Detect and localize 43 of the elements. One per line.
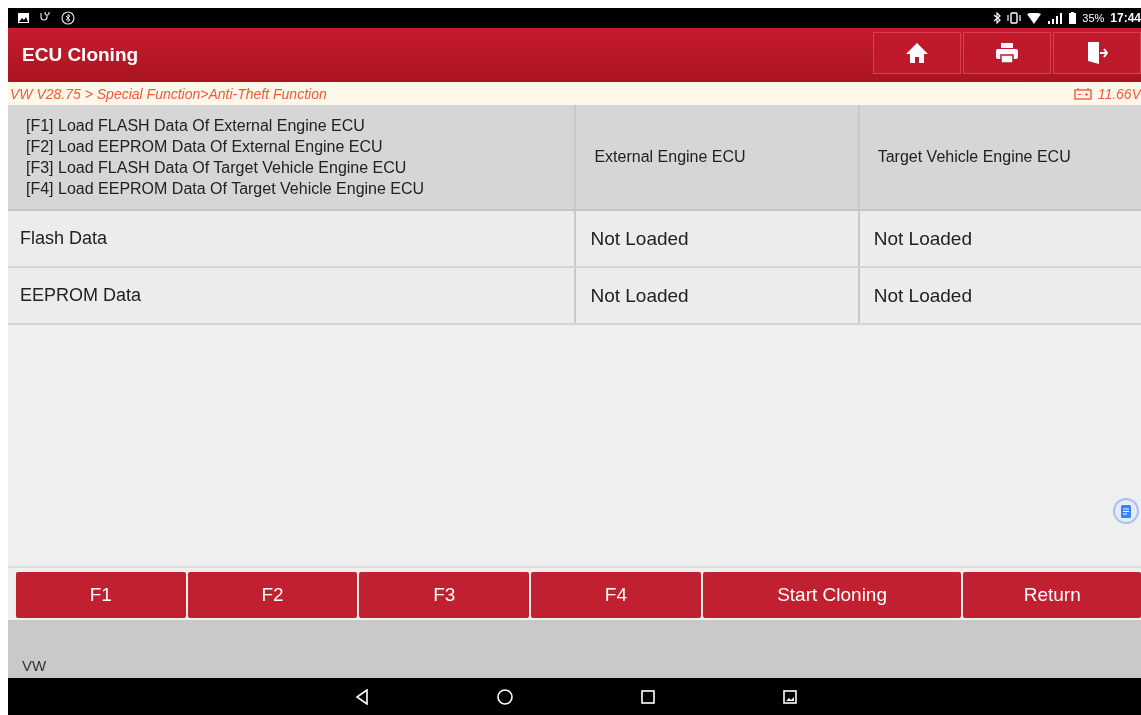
clock: 17:44	[1110, 11, 1141, 25]
bluetooth-icon	[993, 12, 1002, 24]
function-button[interactable]: F1	[16, 572, 186, 618]
vibrate-icon	[1007, 12, 1022, 24]
table-cell: Not Loaded	[857, 211, 1141, 266]
function-button[interactable]: F4	[531, 572, 701, 618]
window-title: ECU Cloning	[22, 44, 139, 66]
instruction-line: [F4] Load EEPROM Data Of Target Vehicle Engine ECU	[26, 179, 425, 199]
bluetooth-circle-icon	[61, 11, 75, 25]
back-icon[interactable]	[355, 688, 369, 705]
instruction-line: [F3] Load FLASH Data Of Target Vehicle Engine ECU	[26, 158, 407, 178]
printer-icon	[995, 42, 1019, 64]
document-icon	[1121, 504, 1131, 518]
exit-button[interactable]	[1053, 32, 1141, 74]
home-button[interactable]	[873, 32, 961, 74]
table-cell-text: EEPROM Data	[19, 284, 143, 307]
function-button[interactable]: F2	[187, 572, 358, 618]
home-icon[interactable]	[497, 688, 513, 705]
function-button[interactable]: Return	[963, 572, 1141, 618]
function-button[interactable]: F3	[359, 572, 530, 618]
table-cell: Not Loaded	[574, 268, 858, 323]
wifi-icon	[1027, 12, 1042, 24]
table-cell-text: Flash Data	[19, 227, 109, 250]
image-icon	[18, 13, 29, 23]
screenshot-icon[interactable]	[783, 689, 797, 704]
instruction-line: [F2] Load EEPROM Data Of External Engine ECU	[26, 137, 383, 157]
document-button[interactable]	[1113, 498, 1139, 524]
exit-icon	[1086, 41, 1108, 65]
column-header: External Engine ECU	[574, 105, 858, 209]
function-button[interactable]: Start Cloning	[702, 572, 962, 618]
vehicle-label: VW	[22, 657, 47, 674]
breadcrumb: VW V28.75 > Special Function>Anti-Theft Function	[10, 85, 327, 102]
table-cell: Not Loaded	[857, 268, 1141, 323]
battery-level: 35%	[1082, 12, 1105, 24]
battery-icon	[1073, 87, 1092, 100]
home-icon	[905, 42, 929, 64]
signal-icon	[1047, 11, 1064, 25]
print-button[interactable]	[963, 32, 1051, 74]
battery-icon	[1069, 12, 1077, 24]
instruction-line: [F1] Load FLASH Data Of External Engine ECU	[26, 116, 365, 136]
column-header: Target Vehicle Engine ECU	[857, 105, 1141, 209]
table-cell: Not Loaded	[574, 211, 858, 266]
recents-icon[interactable]	[641, 689, 655, 704]
